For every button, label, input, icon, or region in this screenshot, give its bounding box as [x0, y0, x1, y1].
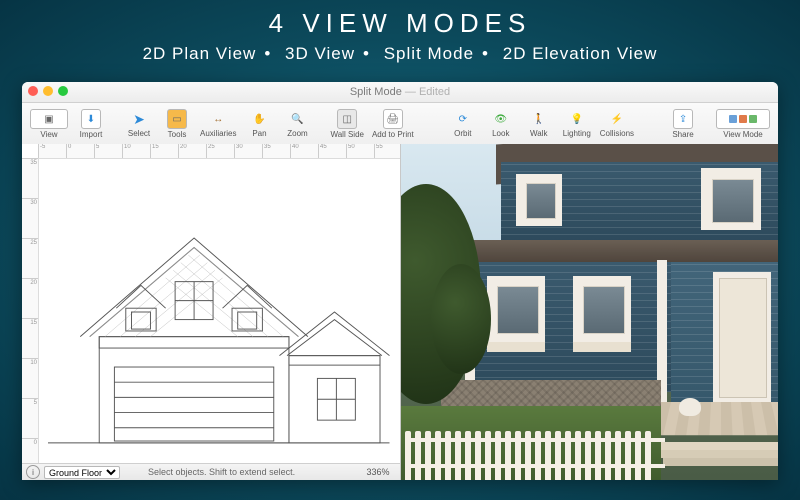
collisions-button[interactable]: ⚡Collisions — [596, 104, 638, 144]
view-mode-button[interactable]: View Mode — [712, 104, 774, 144]
promo-title: 4 VIEW MODES — [0, 8, 800, 39]
titlebar: Split Mode — Edited — [22, 82, 778, 103]
share-button[interactable]: ⇪Share — [664, 104, 702, 144]
app-window: Split Mode — Edited ▣View ⬇Import ➤Selec… — [22, 82, 778, 480]
tools-button[interactable]: ▭Tools — [158, 104, 196, 144]
orbit-button[interactable]: ⟳Orbit — [444, 104, 482, 144]
lighting-button[interactable]: 💡Lighting — [558, 104, 596, 144]
elevation-canvas[interactable] — [38, 158, 400, 464]
import-button[interactable]: ⬇Import — [72, 104, 110, 144]
select-button[interactable]: ➤Select — [120, 104, 158, 144]
ruler-horizontal: -50510152025303540455055 — [38, 144, 400, 159]
house-3d-scene — [401, 144, 779, 480]
render-3d-pane[interactable] — [401, 144, 779, 480]
walk-button[interactable]: 🚶Walk — [520, 104, 558, 144]
zoom-level[interactable]: 336% — [366, 467, 389, 477]
view-button[interactable]: ▣View — [26, 104, 72, 144]
house-elevation-drawing — [48, 168, 390, 456]
ruler-vertical: 35302520151050 — [22, 158, 39, 464]
promo-subtitle: 2D Plan View• 3D View• Split Mode• 2D El… — [0, 44, 800, 64]
status-bar: i Ground Floor 336% Select objects. Shif… — [22, 463, 400, 480]
look-button[interactable]: 👁Look — [482, 104, 520, 144]
floor-selector[interactable]: Ground Floor — [44, 466, 120, 479]
status-hint: Select objects. Shift to extend select. — [148, 467, 295, 477]
picket-fence — [405, 424, 665, 480]
add-to-print-button[interactable]: 🖨Add to Print — [368, 104, 418, 144]
zoom-button[interactable]: 🔍Zoom — [278, 104, 316, 144]
window-title: Split Mode — Edited — [22, 82, 778, 102]
elevation-2d-pane[interactable]: -50510152025303540455055 35302520151050 — [22, 144, 401, 480]
wall-side-button[interactable]: ◫Wall Side — [326, 104, 368, 144]
pan-button[interactable]: ✋Pan — [240, 104, 278, 144]
planter-pot — [679, 398, 701, 416]
auxiliaries-button[interactable]: ↔Auxiliaries — [196, 104, 240, 144]
toolbar: ▣View ⬇Import ➤Select ▭Tools ↔Auxiliarie… — [22, 103, 778, 146]
info-icon: i — [26, 465, 40, 479]
